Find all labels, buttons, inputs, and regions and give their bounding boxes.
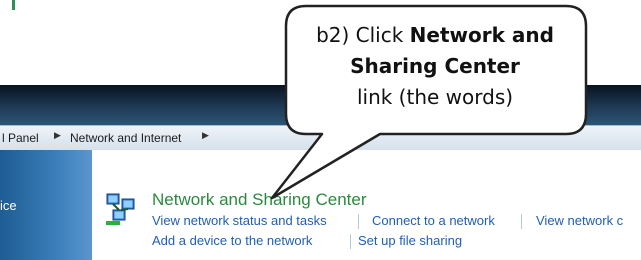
link-divider xyxy=(521,214,522,229)
callout-text: b2) Click Network and Sharing Center lin… xyxy=(290,20,580,113)
connect-to-network-link[interactable]: Connect to a network xyxy=(372,213,495,228)
network-and-sharing-center-link[interactable]: Network and Sharing Center xyxy=(152,190,367,210)
left-navigation-pane: ice xyxy=(0,150,92,260)
set-up-file-sharing-link[interactable]: Set up file sharing xyxy=(358,233,462,248)
callout-prefix: b2) Click xyxy=(316,23,410,47)
top-accent-bar xyxy=(12,0,15,10)
network-icon xyxy=(106,193,135,225)
add-device-link[interactable]: Add a device to the network xyxy=(152,233,312,248)
callout-suffix: link (the words) xyxy=(356,85,514,109)
link-divider xyxy=(350,234,351,249)
content-area: ice Network and Sharing Center View netw… xyxy=(0,150,641,260)
address-bar[interactable]: l Panel ▶ Network and Internet ▶ xyxy=(0,125,641,151)
breadcrumb-network-and-internet[interactable]: Network and Internet xyxy=(70,131,181,145)
view-network-computers-link[interactable]: View network c xyxy=(536,213,623,228)
right-arrow-icon[interactable]: ▶ xyxy=(202,130,209,141)
left-pane-link[interactable]: ice xyxy=(0,198,17,213)
breadcrumb-control-panel[interactable]: l Panel xyxy=(2,131,39,145)
link-divider xyxy=(358,214,359,229)
view-network-status-link[interactable]: View network status and tasks xyxy=(152,213,327,228)
right-arrow-icon[interactable]: ▶ xyxy=(54,130,61,141)
